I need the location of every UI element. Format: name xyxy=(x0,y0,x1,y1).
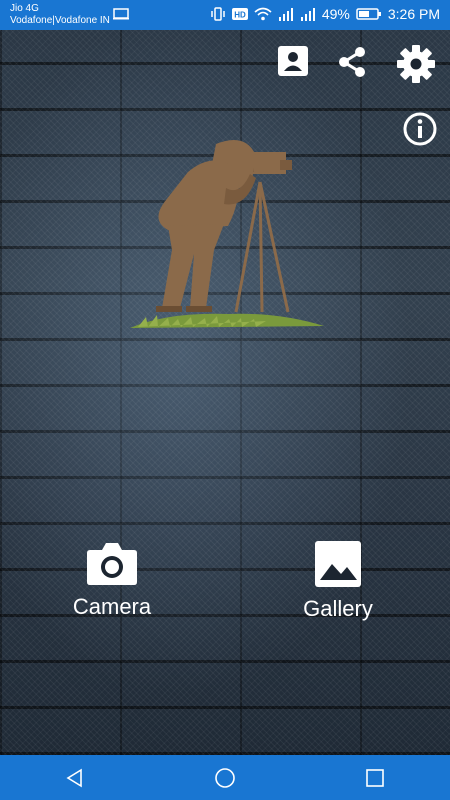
back-icon xyxy=(66,768,82,787)
wifi-icon xyxy=(254,7,272,21)
gallery-button[interactable]: Gallery xyxy=(288,540,388,622)
camera-label: Camera xyxy=(72,594,152,619)
gallery-icon xyxy=(315,541,361,587)
share-button[interactable] xyxy=(334,44,370,80)
share-icon xyxy=(339,47,365,77)
info-button[interactable] xyxy=(402,111,438,147)
profile-button[interactable] xyxy=(276,44,310,78)
signal-icon xyxy=(278,8,293,21)
home-icon xyxy=(215,767,235,788)
vibrate-icon xyxy=(211,7,225,21)
photographer-logo xyxy=(128,130,328,332)
info-icon xyxy=(403,112,437,146)
status-indicators: HD 49% 3:26 PM xyxy=(210,6,440,22)
settings-button[interactable] xyxy=(396,44,436,84)
carrier-line1: Jio 4G xyxy=(10,3,39,14)
carrier-line2: Vodafone|Vodafone IN xyxy=(10,15,110,26)
cast-icon xyxy=(113,8,129,20)
camera-button[interactable]: Camera xyxy=(62,540,162,620)
clock: 3:26 PM xyxy=(387,6,440,22)
back-button[interactable] xyxy=(45,755,105,800)
recents-button[interactable] xyxy=(345,755,405,800)
settings-icon xyxy=(397,45,435,83)
gallery-label: Gallery xyxy=(303,596,373,621)
battery-percent: 49% xyxy=(321,6,350,22)
profile-icon xyxy=(278,46,308,76)
recents-icon xyxy=(366,768,384,787)
status-bar: Jio 4G Vodafone|Vodafone IN HD 49% 3:26 … xyxy=(0,0,450,30)
hd-icon: HD xyxy=(231,8,248,20)
battery-icon xyxy=(356,8,381,20)
navigation-bar xyxy=(0,755,450,800)
carrier-info: Jio 4G Vodafone|Vodafone IN xyxy=(10,3,110,27)
svg-text:HD: HD xyxy=(234,11,246,20)
camera-icon xyxy=(87,543,137,585)
signal-icon-2 xyxy=(300,8,315,21)
home-button[interactable] xyxy=(195,755,255,800)
